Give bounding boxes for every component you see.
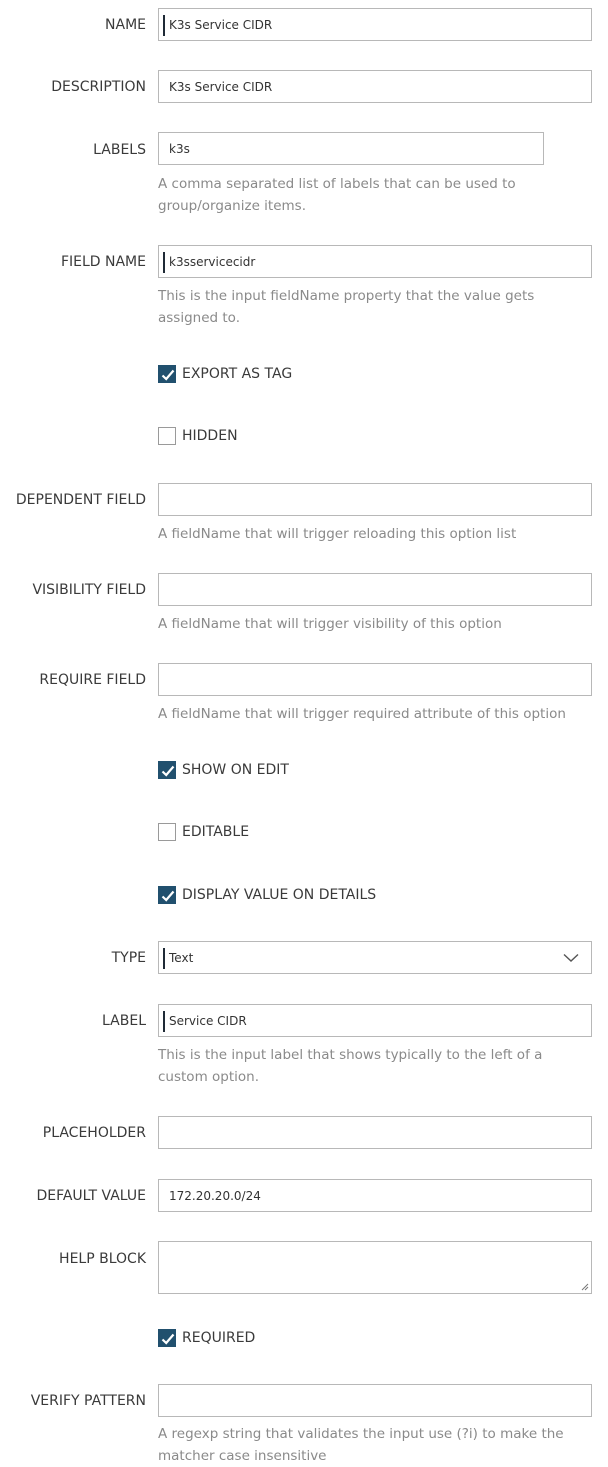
field-name-value: k3sservicecidr (169, 254, 256, 269)
name-label: NAME (105, 17, 146, 33)
editable-label: EDITABLE (182, 824, 250, 840)
label-input[interactable]: Service CIDR (158, 1004, 592, 1037)
type-value: Text (169, 950, 194, 965)
placeholder-input[interactable] (158, 1116, 592, 1149)
export-as-tag-checkbox[interactable]: EXPORT AS TAG (158, 365, 292, 383)
text-caret (163, 948, 165, 969)
type-select[interactable]: Text (158, 941, 592, 974)
labels-help: A comma separated list of labels that ca… (158, 176, 516, 214)
field-name-help: This is the input fieldName property tha… (158, 288, 535, 326)
require-field-help: A fieldName that will trigger required a… (158, 706, 566, 722)
label-label: LABEL (102, 1013, 146, 1029)
labels-label: LABELS (93, 142, 146, 158)
show-on-edit-checkbox[interactable]: SHOW ON EDIT (158, 761, 289, 779)
field-name-input[interactable]: k3sservicecidr (158, 245, 592, 278)
required-checkbox[interactable]: REQUIRED (158, 1329, 255, 1347)
verify-pattern-label: VERIFY PATTERN (30, 1393, 146, 1409)
display-value-on-details-checkbox[interactable]: DISPLAY VALUE ON DETAILS (158, 886, 376, 904)
show-on-edit-label: SHOW ON EDIT (182, 762, 289, 778)
dependent-field-input[interactable] (158, 483, 592, 516)
description-label: DESCRIPTION (51, 79, 146, 95)
default-value-label: DEFAULT VALUE (36, 1188, 146, 1204)
required-label: REQUIRED (182, 1330, 256, 1346)
dependent-field-label: DEPENDENT FIELD (15, 492, 146, 508)
visibility-field-input[interactable] (158, 573, 592, 606)
name-value: K3s Service CIDR (169, 17, 273, 32)
visibility-field-help: A fieldName that will trigger visibility… (158, 616, 502, 632)
checkbox-checked-icon[interactable] (158, 886, 176, 904)
checkbox-checked-icon[interactable] (158, 761, 176, 779)
checkbox-unchecked-icon[interactable] (158, 823, 176, 841)
description-value: K3s Service CIDR (169, 79, 273, 94)
description-input[interactable]: K3s Service CIDR (158, 70, 592, 103)
name-input[interactable]: K3s Service CIDR (158, 8, 592, 41)
require-field-input[interactable] (158, 663, 592, 696)
default-value-input[interactable]: 172.20.20.0/24 (158, 1179, 592, 1212)
default-value-value: 172.20.20.0/24 (169, 1188, 261, 1203)
chevron-down-icon[interactable] (563, 953, 579, 963)
dependent-field-help: A fieldName that will trigger reloading … (158, 526, 517, 542)
display-value-on-details-label: DISPLAY VALUE ON DETAILS (182, 887, 377, 903)
checkbox-checked-icon[interactable] (158, 365, 176, 383)
field-name-label: FIELD NAME (60, 254, 146, 270)
labels-value: k3s (169, 141, 190, 156)
require-field-label: REQUIRE FIELD (39, 672, 146, 688)
help-block-label: HELP BLOCK (59, 1251, 146, 1267)
hidden-label: HIDDEN (182, 428, 238, 444)
visibility-field-label: VISIBILITY FIELD (32, 582, 146, 598)
type-label: TYPE (111, 950, 146, 966)
editable-checkbox[interactable]: EDITABLE (158, 823, 249, 841)
checkbox-checked-icon[interactable] (158, 1329, 176, 1347)
verify-pattern-help: A regexp string that validates the input… (158, 1426, 564, 1464)
verify-pattern-input[interactable] (158, 1384, 592, 1417)
text-caret (163, 252, 165, 273)
checkbox-unchecked-icon[interactable] (158, 427, 176, 445)
hidden-checkbox[interactable]: HIDDEN (158, 427, 238, 445)
label-value: Service CIDR (169, 1013, 247, 1028)
resize-grip-icon[interactable] (579, 1281, 589, 1291)
text-caret (163, 15, 165, 36)
labels-input[interactable]: k3s (158, 132, 544, 165)
text-caret (163, 1011, 165, 1032)
label-help: This is the input label that shows typic… (158, 1047, 543, 1085)
placeholder-label: PLACEHOLDER (42, 1125, 146, 1141)
help-block-textarea[interactable] (158, 1241, 592, 1294)
export-as-tag-label: EXPORT AS TAG (182, 366, 293, 382)
